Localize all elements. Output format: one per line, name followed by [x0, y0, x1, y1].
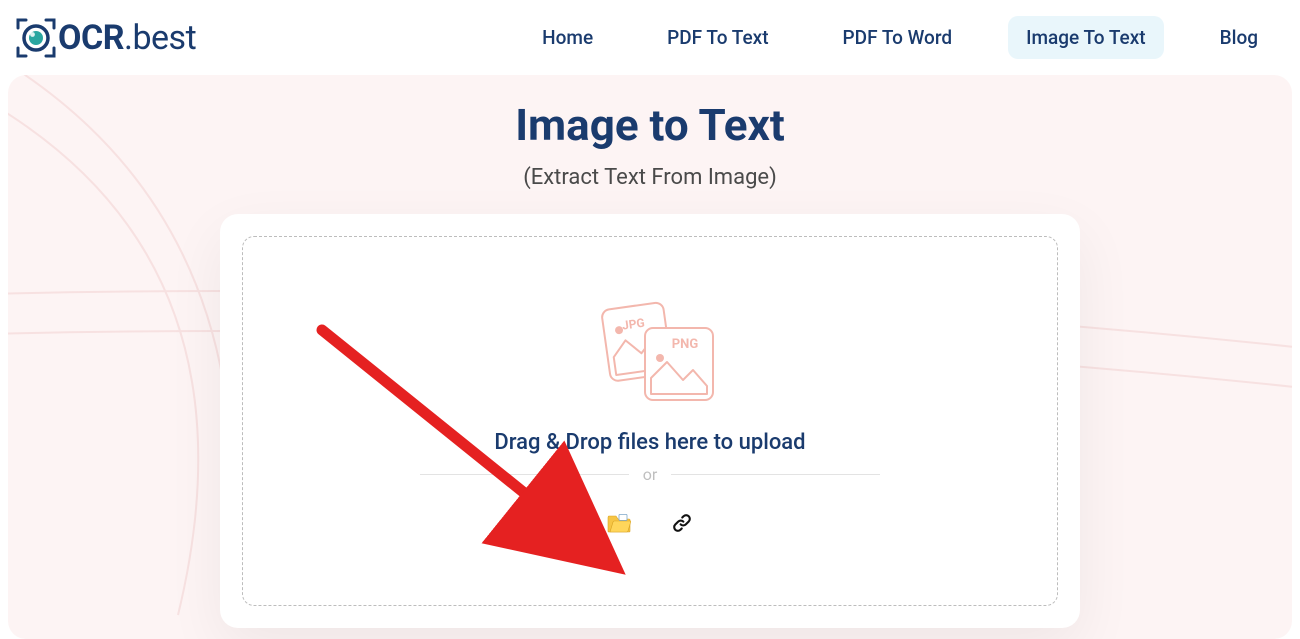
logo-text-dot: . — [124, 18, 132, 58]
nav-blog[interactable]: Blog — [1202, 16, 1276, 59]
browse-files-button[interactable] — [603, 509, 635, 540]
nav-pdf-to-text[interactable]: PDF To Text — [649, 16, 786, 59]
header: OCR . best Home PDF To Text PDF To Word … — [0, 0, 1300, 75]
dropzone-instruction: Drag & Drop files here to upload — [494, 430, 805, 455]
folder-icon — [607, 513, 631, 536]
page-title: Image to Text — [8, 99, 1292, 151]
hero-section: Image to Text (Extract Text From Image) … — [8, 75, 1292, 639]
main-nav: Home PDF To Text PDF To Word Image To Te… — [524, 16, 1276, 59]
logo[interactable]: OCR . best — [16, 18, 196, 58]
nav-pdf-to-word[interactable]: PDF To Word — [825, 16, 971, 59]
upload-illustration-icon: JPG PNG — [575, 298, 725, 412]
link-icon — [671, 512, 693, 537]
or-divider: or — [420, 465, 880, 484]
paste-url-button[interactable] — [667, 508, 697, 541]
or-label: or — [643, 465, 658, 484]
logo-text-ocr: OCR — [58, 18, 124, 58]
nav-image-to-text[interactable]: Image To Text — [1008, 16, 1164, 59]
upload-button-row — [603, 508, 697, 541]
dropzone[interactable]: JPG PNG Drag & Drop files here to upload — [242, 236, 1058, 606]
logo-text-best: best — [132, 18, 196, 58]
svg-text:PNG: PNG — [672, 337, 699, 352]
page-subtitle: (Extract Text From Image) — [8, 165, 1292, 190]
upload-card: JPG PNG Drag & Drop files here to upload — [220, 214, 1080, 628]
logo-icon — [16, 18, 56, 58]
nav-home[interactable]: Home — [524, 16, 611, 59]
